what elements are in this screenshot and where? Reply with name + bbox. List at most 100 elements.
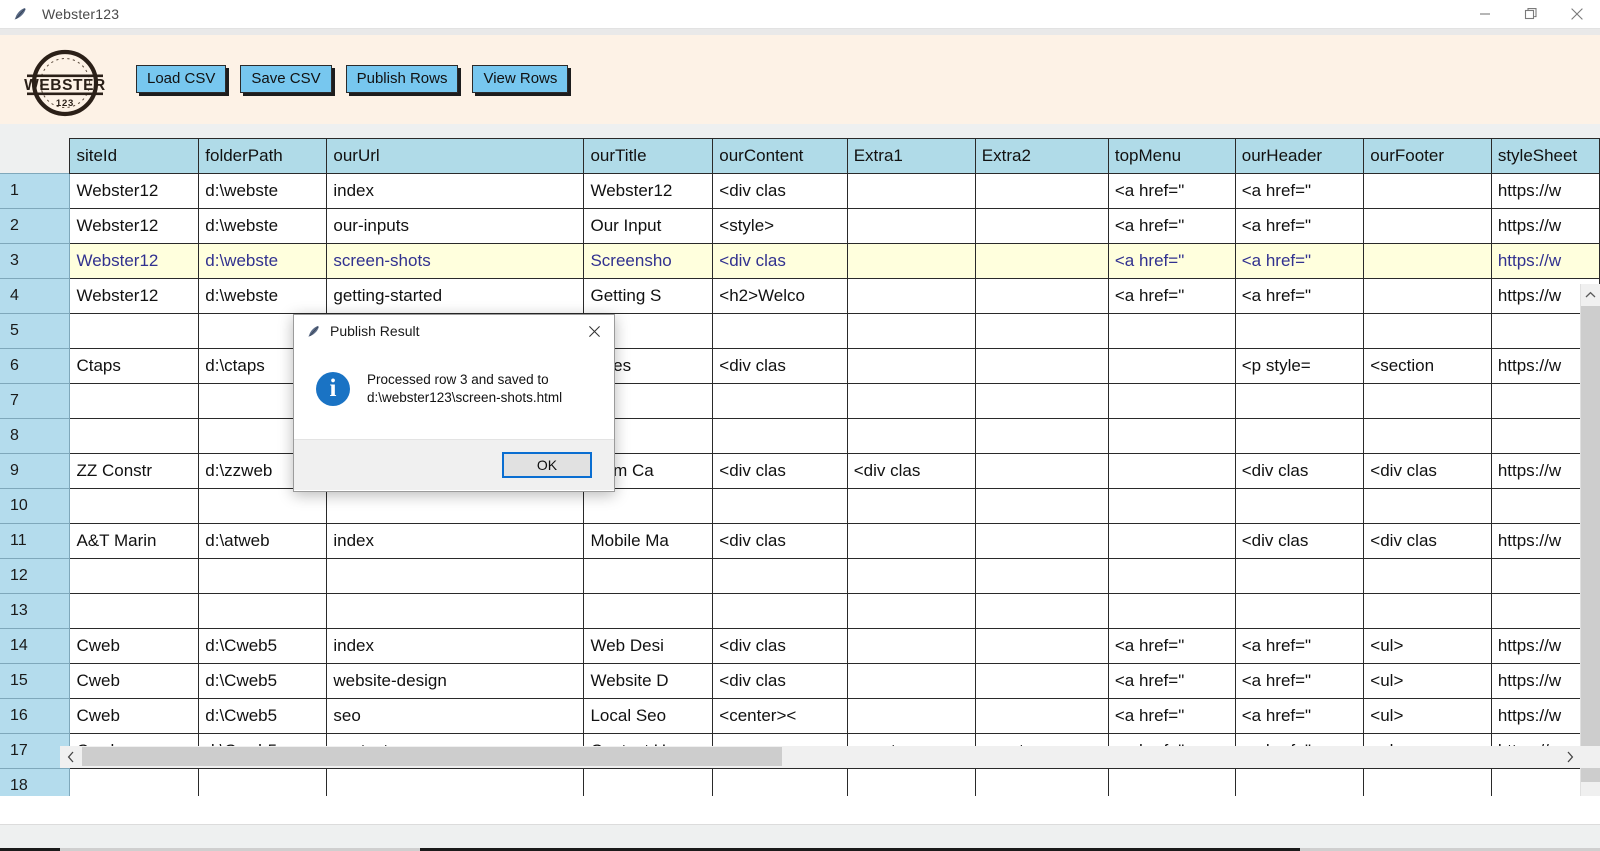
grid-cell-extra2[interactable]: [974, 488, 1109, 524]
grid-cell-siteid[interactable]: Cweb: [69, 628, 200, 664]
vertical-scrollbar[interactable]: [1580, 284, 1600, 796]
grid-cell-extra2[interactable]: [974, 348, 1109, 384]
table-row[interactable]: 8: [0, 418, 1600, 454]
grid-cell-ourtitle[interactable]: Getting S: [583, 278, 714, 314]
grid-cell-siteid[interactable]: A&T Marin: [69, 523, 200, 559]
grid-cell-ourtitle[interactable]: [583, 768, 714, 796]
grid-cell-extra1[interactable]: [846, 488, 976, 524]
close-icon[interactable]: [574, 315, 614, 347]
grid-cell-extra2[interactable]: [974, 383, 1109, 419]
grid-cell-ourheader[interactable]: [1234, 488, 1365, 524]
row-header-cell[interactable]: 9: [0, 453, 71, 489]
grid-cell-folderpath[interactable]: [198, 593, 328, 629]
table-row[interactable]: 3 Webster12 d:\webste screen-shots Screensho…: [0, 243, 1600, 279]
grid-cell-ourfooter[interactable]: [1363, 208, 1492, 244]
grid-cell-ourheader[interactable]: [1234, 418, 1365, 454]
chevron-left-icon[interactable]: [60, 746, 82, 768]
grid-cell-extra2[interactable]: [974, 628, 1109, 664]
grid-cell-stylesheet[interactable]: https://w: [1490, 173, 1600, 209]
grid-cell-siteid[interactable]: Webster12: [69, 278, 200, 314]
grid-cell-extra2[interactable]: [974, 698, 1109, 734]
grid-cell-ourfooter[interactable]: [1363, 173, 1492, 209]
grid-cell-siteid[interactable]: [69, 313, 200, 349]
grid-cell-siteid[interactable]: Cweb: [69, 663, 200, 699]
grid-cell-ourheader[interactable]: <div clas: [1234, 453, 1365, 489]
grid-cell-ourheader[interactable]: <a href=": [1234, 278, 1365, 314]
grid-cell-oururl[interactable]: our-inputs: [326, 208, 585, 244]
grid-cell-ourcontent[interactable]: [712, 418, 848, 454]
row-header-cell[interactable]: 6: [0, 348, 71, 384]
grid-cell-ourtitle[interactable]: Mobile Ma: [583, 523, 714, 559]
grid-cell-ourtitle[interactable]: [583, 593, 714, 629]
horizontal-scrollbar[interactable]: [60, 746, 1600, 768]
row-header-cell[interactable]: 16: [0, 698, 71, 734]
grid-cell-topmenu[interactable]: <a href=": [1107, 208, 1236, 244]
grid-cell-ourtitle[interactable]: Webster12: [583, 173, 714, 209]
column-header-folderpath[interactable]: folderPath: [198, 138, 328, 174]
minimize-icon[interactable]: [1462, 0, 1508, 28]
grid-cell-siteid[interactable]: [69, 383, 200, 419]
publish-rows-button[interactable]: Publish Rows: [345, 65, 459, 93]
row-header-cell[interactable]: 8: [0, 418, 71, 454]
grid-cell-extra1[interactable]: [846, 173, 976, 209]
grid-cell-ourfooter[interactable]: [1363, 313, 1492, 349]
grid-cell-folderpath[interactable]: d:\atweb: [198, 523, 328, 559]
view-rows-button[interactable]: View Rows: [472, 65, 569, 93]
grid-cell-topmenu[interactable]: [1107, 558, 1236, 594]
grid-cell-extra1[interactable]: [846, 278, 976, 314]
grid-cell-oururl[interactable]: [326, 488, 585, 524]
grid-cell-ourtitle[interactable]: Our Input: [583, 208, 714, 244]
grid-cell-ourfooter[interactable]: <ul>: [1363, 698, 1492, 734]
grid-cell-topmenu[interactable]: <a href=": [1107, 698, 1236, 734]
grid-cell-extra2[interactable]: [974, 243, 1109, 279]
grid-cell-ourheader[interactable]: <a href=": [1234, 173, 1365, 209]
row-header-cell[interactable]: 4: [0, 278, 71, 314]
row-header-cell[interactable]: 1: [0, 173, 71, 209]
column-header-siteid[interactable]: siteId: [69, 138, 200, 174]
grid-cell-topmenu[interactable]: [1107, 768, 1236, 796]
grid-cell-ourcontent[interactable]: <div clas: [712, 663, 848, 699]
table-row[interactable]: 12: [0, 558, 1600, 594]
grid-cell-topmenu[interactable]: <a href=": [1107, 173, 1236, 209]
grid-cell-topmenu[interactable]: <a href=": [1107, 628, 1236, 664]
grid-cell-topmenu[interactable]: [1107, 488, 1236, 524]
grid-cell-ourcontent[interactable]: <div clas: [712, 173, 848, 209]
row-header-cell[interactable]: 10: [0, 488, 71, 524]
grid-cell-ourheader[interactable]: <a href=": [1234, 698, 1365, 734]
grid-cell-extra2[interactable]: [974, 453, 1109, 489]
table-row[interactable]: 4 Webster12 d:\webste getting-started Gettin…: [0, 278, 1600, 314]
column-header-stylesheet[interactable]: styleSheet: [1490, 138, 1600, 174]
grid-cell-folderpath[interactable]: [198, 558, 328, 594]
grid-cell-ourheader[interactable]: <p style=: [1234, 348, 1365, 384]
row-header-cell[interactable]: 5: [0, 313, 71, 349]
grid-cell-oururl[interactable]: getting-started: [326, 278, 585, 314]
grid-cell-topmenu[interactable]: [1107, 348, 1236, 384]
grid-cell-extra2[interactable]: [974, 208, 1109, 244]
table-row[interactable]: 2 Webster12 d:\webste our-inputs Our Input <s…: [0, 208, 1600, 244]
table-row[interactable]: 7: [0, 383, 1600, 419]
table-row[interactable]: 1 Webster12 d:\webste index Webster12 <div cl…: [0, 173, 1600, 209]
grid-cell-oururl[interactable]: index: [326, 173, 585, 209]
grid-cell-ourheader[interactable]: <div clas: [1234, 523, 1365, 559]
grid-cell-ourfooter[interactable]: <div clas: [1363, 453, 1492, 489]
grid-cell-extra1[interactable]: [846, 243, 976, 279]
grid-cell-siteid[interactable]: Cweb: [69, 698, 200, 734]
row-header-cell[interactable]: 12: [0, 558, 71, 594]
row-header-cell[interactable]: 15: [0, 663, 71, 699]
grid-cell-extra1[interactable]: [846, 768, 976, 796]
grid-cell-topmenu[interactable]: <a href=": [1107, 663, 1236, 699]
grid-cell-ourfooter[interactable]: [1363, 418, 1492, 454]
grid-cell-extra1[interactable]: [846, 313, 976, 349]
grid-cell-siteid[interactable]: ZZ Constr: [69, 453, 200, 489]
grid-cell-ourtitle[interactable]: Web Desi: [583, 628, 714, 664]
grid-cell-extra2[interactable]: [974, 593, 1109, 629]
row-header-cell[interactable]: 11: [0, 523, 71, 559]
grid-cell-ourfooter[interactable]: [1363, 278, 1492, 314]
grid-body[interactable]: 1 Webster12 d:\webste index Webster12 <div cl…: [0, 173, 1600, 796]
grid-cell-folderpath[interactable]: d:\Cweb5: [198, 628, 328, 664]
grid-cell-ourtitle[interactable]: [583, 488, 714, 524]
grid-cell-ourheader[interactable]: <a href=": [1234, 628, 1365, 664]
grid-cell-ourfooter[interactable]: [1363, 558, 1492, 594]
row-header-cell[interactable]: 2: [0, 208, 71, 244]
grid-cell-ourfooter[interactable]: <section: [1363, 348, 1492, 384]
